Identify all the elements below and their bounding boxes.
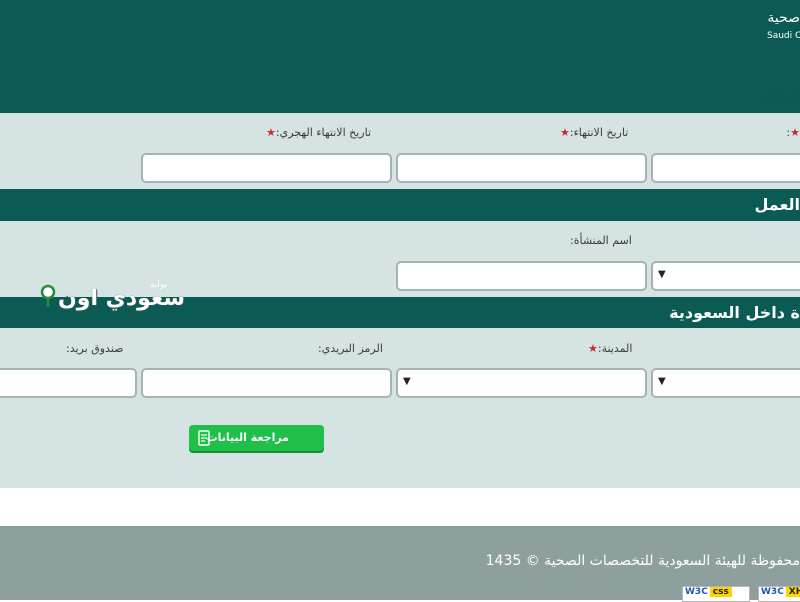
facility-name-input[interactable] xyxy=(396,261,647,291)
header-subtitle: Saudi C xyxy=(767,31,800,41)
review-data-button[interactable]: مراجعة البيانات xyxy=(189,425,324,451)
city-label: المدينة:★ xyxy=(588,342,633,355)
expiry-date-label: تاريخ الانتهاء:★ xyxy=(560,126,629,139)
content-spacer xyxy=(0,488,800,526)
city-select[interactable]: ▼ xyxy=(396,368,647,398)
footer-copyright: محفوظة للهيئة السعودية للتخصصات الصحية ©… xyxy=(485,553,800,569)
required-star: ★ xyxy=(790,126,800,139)
header-title: صحية xyxy=(767,10,800,26)
expiry-date-hijri-input[interactable] xyxy=(141,153,392,183)
document-section-title: ثيقة xyxy=(764,86,800,106)
postal-code-input[interactable] xyxy=(141,368,392,398)
document-field-input[interactable] xyxy=(651,153,800,183)
watermark-logo: سعودي اون بوابة xyxy=(40,280,185,312)
required-star: ★ xyxy=(266,126,276,139)
expiry-date-input[interactable] xyxy=(396,153,647,183)
facility-name-label: اسم المنشأة: xyxy=(570,234,632,247)
postal-code-label: الرمز البريدي: xyxy=(318,342,383,355)
chevron-down-icon: ▼ xyxy=(658,376,666,387)
partial-field-label: ★: xyxy=(786,126,800,139)
map-pin-icon xyxy=(40,284,56,307)
review-data-label: مراجعة البيانات xyxy=(206,431,289,444)
required-star: ★ xyxy=(588,342,598,355)
work-section-title: العمل xyxy=(754,195,800,214)
work-section-band xyxy=(0,189,800,221)
chevron-down-icon: ▼ xyxy=(658,269,666,280)
expiry-date-hijri-label: تاريخ الانتهاء الهجري:★ xyxy=(266,126,372,139)
address-section-title: ة داخل السعودية xyxy=(669,303,800,322)
region-select[interactable]: ▼ xyxy=(651,368,800,398)
chevron-down-icon: ▼ xyxy=(403,376,411,387)
required-star: ★ xyxy=(560,126,570,139)
po-box-label: صندوق بريد: xyxy=(66,342,124,355)
po-box-input[interactable] xyxy=(0,368,137,398)
document-icon xyxy=(198,430,210,446)
watermark-small-text: بوابة xyxy=(150,280,167,290)
work-select[interactable]: ▼ xyxy=(651,261,800,291)
site-header xyxy=(0,0,800,113)
